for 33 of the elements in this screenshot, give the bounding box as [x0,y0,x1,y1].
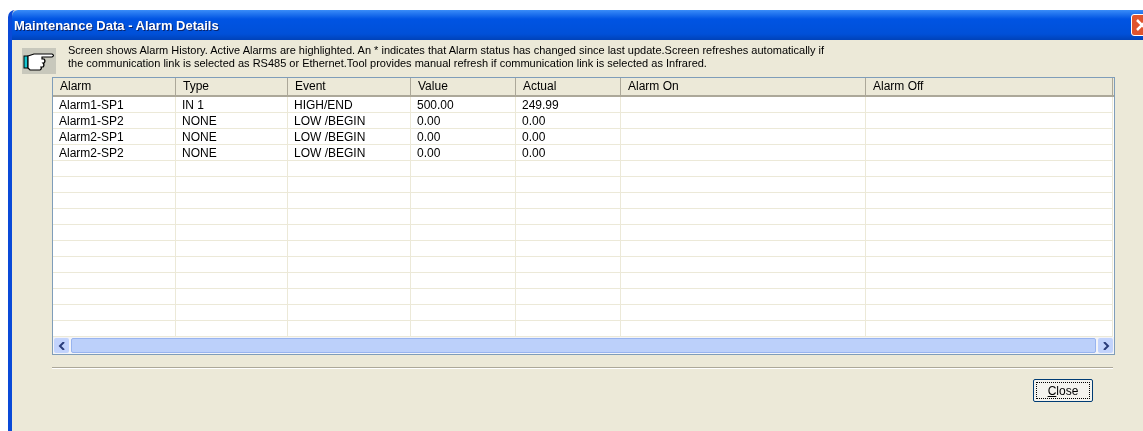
column-header[interactable]: Actual [516,78,621,95]
table-cell: 0.00 [411,113,516,129]
pointing-hand-icon [22,48,56,74]
table-cell: IN 1 [176,97,288,113]
table-cell: NONE [176,145,288,161]
table-cell: NONE [176,113,288,129]
column-header[interactable]: Event [288,78,411,95]
table-cell: HIGH/END [288,97,411,113]
window-title: Maintenance Data - Alarm Details [14,17,219,33]
table-cell: LOW /BEGIN [288,113,411,129]
info-text: Screen shows Alarm History. Active Alarms are highlighted. An * indicates that Alarm status has changed since last update.Screen refreshes automatically if the communication link is selected as RS485 or Ethernet.Tool provides manual refresh if communication link is selected as Infrared. [68,44,826,71]
table-cell: 0.00 [516,145,621,161]
table-cell: 0.00 [516,113,621,129]
table-cell: 500.00 [411,97,516,113]
table-cell: 0.00 [411,129,516,145]
table-cell: Alarm1-SP2 [53,113,176,129]
column-header[interactable]: Alarm [53,78,176,95]
table-cell: 0.00 [411,145,516,161]
table-cell: Alarm2-SP2 [53,145,176,161]
table-cell: Alarm2-SP1 [53,129,176,145]
column-header[interactable]: Alarm Off [866,78,1113,95]
column-header[interactable]: Type [176,78,288,95]
table-cell: LOW /BEGIN [288,129,411,145]
column-header[interactable]: Value [411,78,516,95]
table-cell: NONE [176,129,288,145]
scroll-left-icon[interactable] [54,338,69,353]
table-cell: 249.99 [516,97,621,113]
scroll-right-icon[interactable] [1098,338,1113,353]
table-cell: LOW /BEGIN [288,145,411,161]
table-cell: Alarm1-SP1 [53,97,176,113]
table-cell: 0.00 [516,129,621,145]
close-button[interactable]: Close [1033,379,1093,402]
column-header[interactable]: Alarm On [621,78,866,95]
